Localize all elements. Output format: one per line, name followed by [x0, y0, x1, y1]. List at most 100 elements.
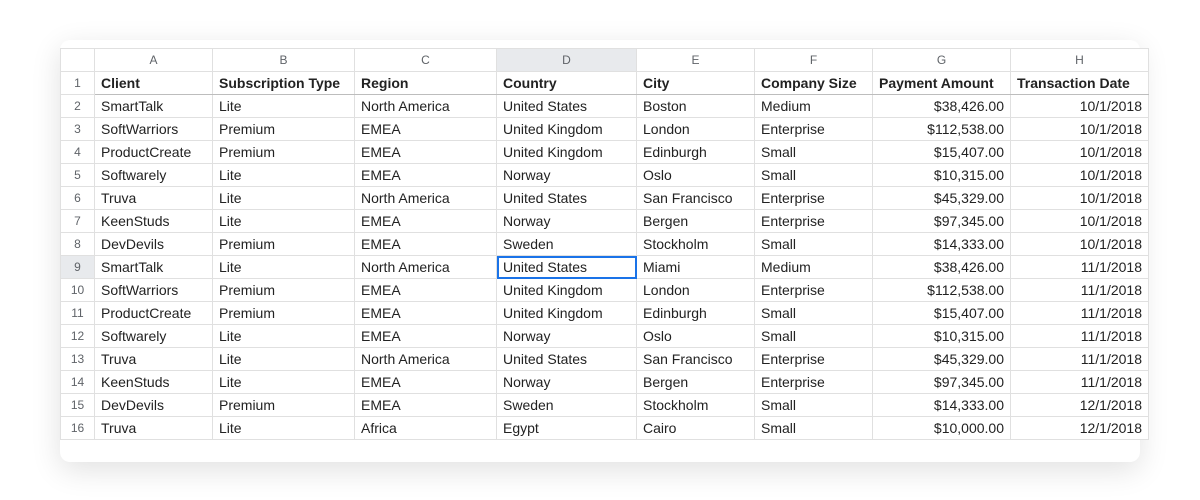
cell[interactable]: Medium: [755, 95, 873, 118]
column-header[interactable]: H: [1011, 49, 1149, 72]
cell[interactable]: $10,315.00: [873, 164, 1011, 187]
select-all-corner[interactable]: [61, 49, 95, 72]
cell[interactable]: Bergen: [637, 371, 755, 394]
row-number[interactable]: 16: [61, 417, 95, 440]
row-number[interactable]: 6: [61, 187, 95, 210]
cell[interactable]: Premium: [213, 118, 355, 141]
column-header[interactable]: F: [755, 49, 873, 72]
cell[interactable]: KeenStuds: [95, 210, 213, 233]
header-cell[interactable]: Company Size: [755, 72, 873, 95]
cell[interactable]: $112,538.00: [873, 279, 1011, 302]
cell[interactable]: EMEA: [355, 371, 497, 394]
cell[interactable]: 12/1/2018: [1011, 417, 1149, 440]
cell[interactable]: Edinburgh: [637, 302, 755, 325]
cell[interactable]: $38,426.00: [873, 256, 1011, 279]
cell[interactable]: Small: [755, 325, 873, 348]
cell[interactable]: Norway: [497, 164, 637, 187]
cell[interactable]: 11/1/2018: [1011, 371, 1149, 394]
cell[interactable]: Stockholm: [637, 394, 755, 417]
cell[interactable]: 10/1/2018: [1011, 164, 1149, 187]
cell[interactable]: EMEA: [355, 164, 497, 187]
cell[interactable]: United Kingdom: [497, 279, 637, 302]
cell[interactable]: Enterprise: [755, 118, 873, 141]
cell[interactable]: DevDevils: [95, 394, 213, 417]
cell[interactable]: Africa: [355, 417, 497, 440]
row-number[interactable]: 13: [61, 348, 95, 371]
cell[interactable]: United Kingdom: [497, 141, 637, 164]
cell[interactable]: $97,345.00: [873, 210, 1011, 233]
cell[interactable]: London: [637, 279, 755, 302]
row-number[interactable]: 5: [61, 164, 95, 187]
cell[interactable]: Small: [755, 417, 873, 440]
cell[interactable]: Small: [755, 233, 873, 256]
cell[interactable]: SmartTalk: [95, 95, 213, 118]
cell[interactable]: London: [637, 118, 755, 141]
cell[interactable]: $14,333.00: [873, 394, 1011, 417]
row-number[interactable]: 1: [61, 72, 95, 95]
cell[interactable]: $10,315.00: [873, 325, 1011, 348]
cell[interactable]: $112,538.00: [873, 118, 1011, 141]
header-cell[interactable]: Subscription Type: [213, 72, 355, 95]
cell[interactable]: Small: [755, 164, 873, 187]
cell[interactable]: 11/1/2018: [1011, 279, 1149, 302]
cell[interactable]: Enterprise: [755, 187, 873, 210]
column-header[interactable]: E: [637, 49, 755, 72]
row-number[interactable]: 9: [61, 256, 95, 279]
cell[interactable]: United States: [497, 256, 637, 279]
cell[interactable]: $38,426.00: [873, 95, 1011, 118]
cell[interactable]: Bergen: [637, 210, 755, 233]
cell[interactable]: Premium: [213, 394, 355, 417]
cell[interactable]: Softwarely: [95, 164, 213, 187]
cell[interactable]: North America: [355, 95, 497, 118]
cell[interactable]: San Francisco: [637, 187, 755, 210]
cell[interactable]: Lite: [213, 325, 355, 348]
cell[interactable]: EMEA: [355, 118, 497, 141]
cell[interactable]: DevDevils: [95, 233, 213, 256]
cell[interactable]: Small: [755, 141, 873, 164]
cell[interactable]: 10/1/2018: [1011, 141, 1149, 164]
cell[interactable]: Medium: [755, 256, 873, 279]
spreadsheet-grid[interactable]: ABCDEFGH1ClientSubscription TypeRegionCo…: [60, 48, 1149, 440]
cell[interactable]: Lite: [213, 95, 355, 118]
cell[interactable]: Small: [755, 302, 873, 325]
cell[interactable]: Lite: [213, 256, 355, 279]
cell[interactable]: 11/1/2018: [1011, 302, 1149, 325]
cell[interactable]: Sweden: [497, 233, 637, 256]
cell[interactable]: KeenStuds: [95, 371, 213, 394]
header-cell[interactable]: Country: [497, 72, 637, 95]
row-number[interactable]: 8: [61, 233, 95, 256]
cell[interactable]: ProductCreate: [95, 141, 213, 164]
cell[interactable]: SoftWarriors: [95, 279, 213, 302]
cell[interactable]: Truva: [95, 348, 213, 371]
row-number[interactable]: 14: [61, 371, 95, 394]
row-number[interactable]: 12: [61, 325, 95, 348]
cell[interactable]: Softwarely: [95, 325, 213, 348]
row-number[interactable]: 3: [61, 118, 95, 141]
cell[interactable]: 11/1/2018: [1011, 256, 1149, 279]
row-number[interactable]: 7: [61, 210, 95, 233]
cell[interactable]: ProductCreate: [95, 302, 213, 325]
cell[interactable]: United States: [497, 348, 637, 371]
cell[interactable]: Oslo: [637, 325, 755, 348]
cell[interactable]: United Kingdom: [497, 118, 637, 141]
cell[interactable]: EMEA: [355, 141, 497, 164]
cell[interactable]: Lite: [213, 371, 355, 394]
cell[interactable]: $10,000.00: [873, 417, 1011, 440]
column-header[interactable]: C: [355, 49, 497, 72]
cell[interactable]: $97,345.00: [873, 371, 1011, 394]
cell[interactable]: Lite: [213, 417, 355, 440]
cell[interactable]: EMEA: [355, 210, 497, 233]
cell[interactable]: Lite: [213, 348, 355, 371]
header-cell[interactable]: Region: [355, 72, 497, 95]
cell[interactable]: Cairo: [637, 417, 755, 440]
cell[interactable]: Premium: [213, 141, 355, 164]
cell[interactable]: SmartTalk: [95, 256, 213, 279]
cell[interactable]: $14,333.00: [873, 233, 1011, 256]
cell[interactable]: 10/1/2018: [1011, 95, 1149, 118]
header-cell[interactable]: City: [637, 72, 755, 95]
column-header[interactable]: D: [497, 49, 637, 72]
cell[interactable]: Enterprise: [755, 371, 873, 394]
cell[interactable]: 11/1/2018: [1011, 325, 1149, 348]
cell[interactable]: Truva: [95, 417, 213, 440]
cell[interactable]: San Francisco: [637, 348, 755, 371]
